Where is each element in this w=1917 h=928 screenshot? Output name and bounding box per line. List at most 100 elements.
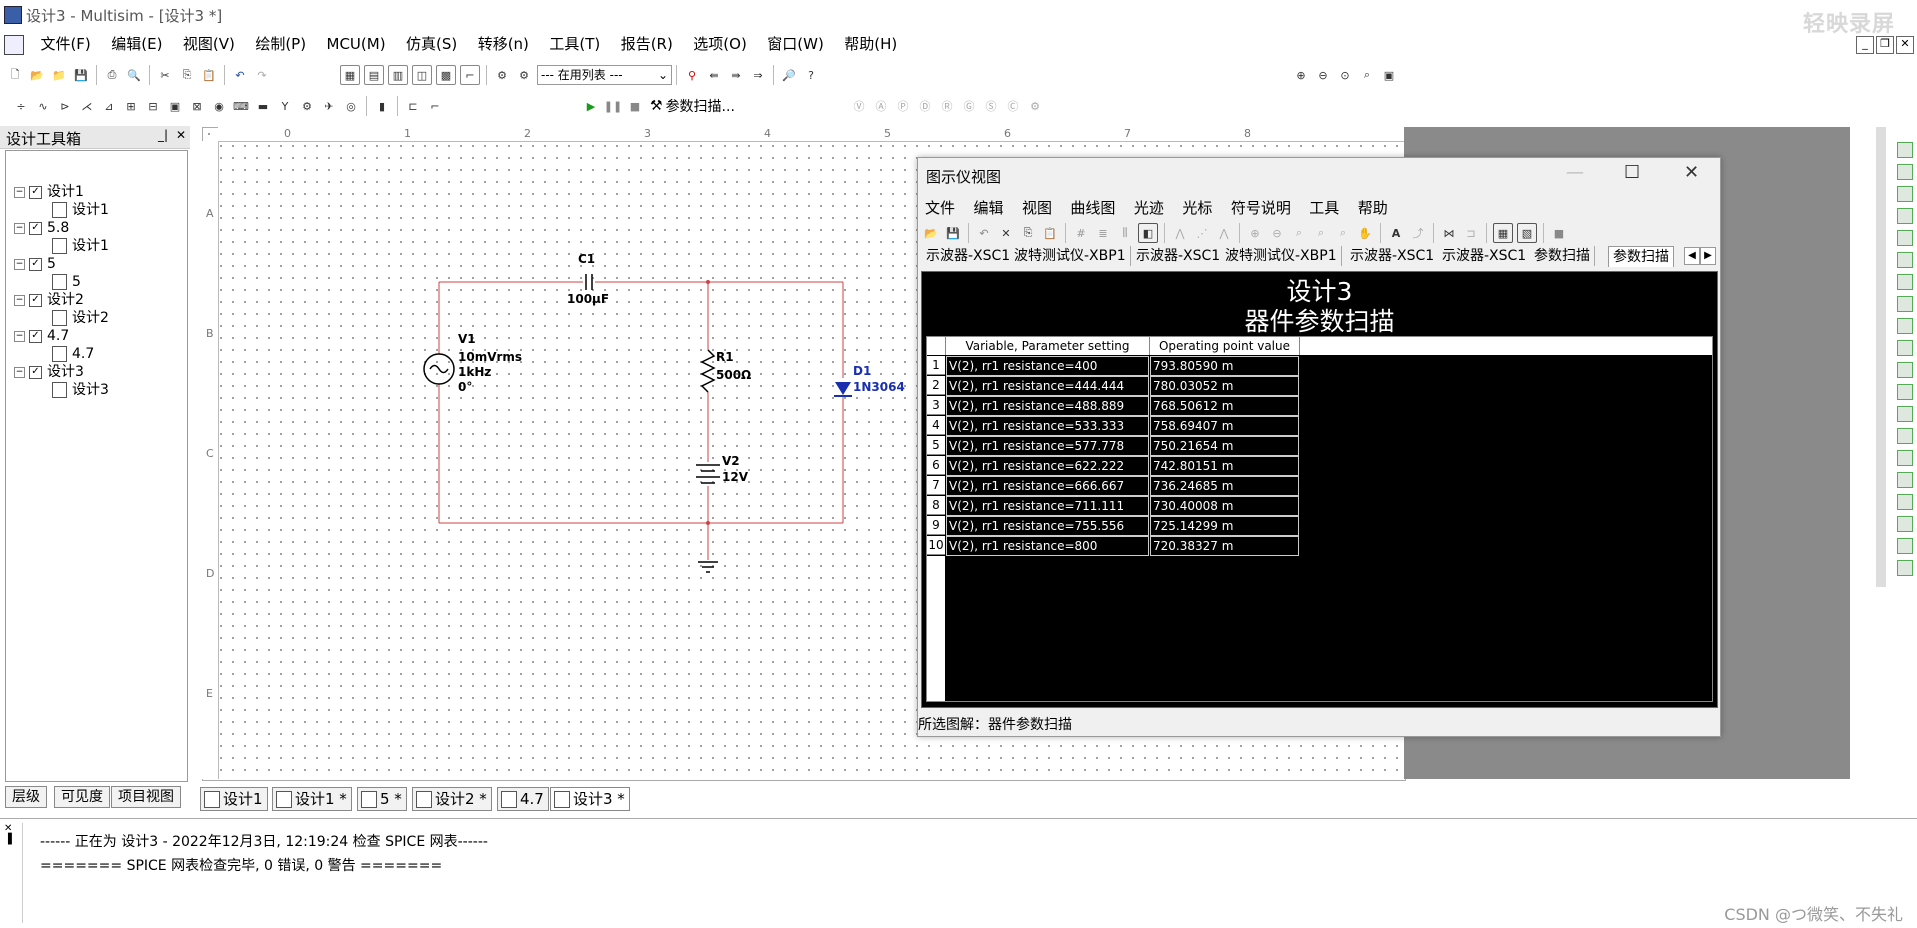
pan-icon[interactable]: ✋ xyxy=(1356,224,1374,242)
output-panel-handle[interactable]: ✕ ▐ xyxy=(4,823,23,923)
sheet-icon xyxy=(276,791,292,808)
zoom-x-icon[interactable]: ⌕ xyxy=(1312,224,1330,242)
sweep-result-table: Variable, Parameter setting Operating po… xyxy=(926,336,1713,702)
grapher-tab-oscilloscope-3[interactable]: 示波器-XSC1 xyxy=(1346,246,1440,266)
reverse-colors-icon[interactable]: ◧ xyxy=(1138,223,1158,243)
cursors-icon[interactable]: ⫼ xyxy=(1116,224,1134,242)
grapher-menu-trace[interactable]: 光迹 xyxy=(1127,197,1171,219)
logic-converter-icon[interactable] xyxy=(1897,318,1913,334)
row-variable: V(2), rr1 resistance=400 xyxy=(946,356,1149,376)
table-row[interactable]: 3 V(2), rr1 resistance=488.889 768.50612 m xyxy=(927,396,1299,416)
grapher-tab-oscilloscope-2[interactable]: 示波器-XSC1 xyxy=(1132,246,1226,266)
delete-icon[interactable]: ✕ xyxy=(997,224,1015,242)
grapher-close-icon[interactable]: ✕ xyxy=(1684,162,1699,183)
output-panel: ✕ ▐ ------ 正在为 设计3 - 2022年12月3日, 12:19:24… xyxy=(0,818,1917,928)
trace-icon[interactable]: ⋀ xyxy=(1171,224,1189,242)
legend-icon[interactable]: ≣ xyxy=(1094,224,1112,242)
grapher-tab-param-sweep-1[interactable]: 参数扫描 xyxy=(1530,246,1595,266)
copy-icon[interactable]: ⎘ xyxy=(1019,224,1037,242)
tab-design3-active[interactable]: 设计3 * xyxy=(550,787,630,811)
tab-5-modified[interactable]: 5 * xyxy=(357,787,407,811)
export-icon[interactable]: ⤴ xyxy=(1409,224,1427,242)
trace-points-icon[interactable]: ⋰ xyxy=(1193,224,1211,242)
grapher-menu-graph[interactable]: 曲线图 xyxy=(1063,197,1122,219)
tab-design1[interactable]: 设计1 xyxy=(200,787,268,811)
grapher-menu-view[interactable]: 视图 xyxy=(1015,197,1059,219)
logic-analyzer-icon[interactable] xyxy=(1897,340,1913,356)
grapher-tab-oscilloscope-1[interactable]: 示波器-XSC1 xyxy=(922,246,1016,266)
tab-4-7[interactable]: 4.7 xyxy=(497,787,549,811)
iv-analyzer-icon[interactable] xyxy=(1897,362,1913,378)
grapher-menu-cursor[interactable]: 光标 xyxy=(1175,197,1219,219)
grapher-tab-param-sweep-2[interactable]: 参数扫描 xyxy=(1608,246,1674,267)
table-row[interactable]: 10 V(2), rr1 resistance=800 720.38327 m xyxy=(927,536,1299,556)
table-row[interactable]: 4 V(2), rr1 resistance=533.333 758.69407 m xyxy=(927,416,1299,436)
save-icon[interactable]: 💾 xyxy=(944,224,962,242)
tab-design2-modified[interactable]: 设计2 * xyxy=(412,787,492,811)
grid-icon[interactable]: # xyxy=(1072,224,1090,242)
zoom-out-icon[interactable]: ⊖ xyxy=(1268,224,1286,242)
table-row[interactable]: 7 V(2), rr1 resistance=666.667 736.24685 m xyxy=(927,476,1299,496)
network-analyzer-icon[interactable] xyxy=(1897,428,1913,444)
v1-value2: 1kHz xyxy=(458,365,492,379)
table-row[interactable]: 5 V(2), rr1 resistance=577.778 750.21654 m xyxy=(927,436,1299,456)
undo-icon[interactable]: ↶ xyxy=(975,224,993,242)
table-row[interactable]: 8 V(2), rr1 resistance=711.111 730.40008 m xyxy=(927,496,1299,516)
table-row[interactable]: 9 V(2), rr1 resistance=755.556 725.14299 m xyxy=(927,516,1299,536)
multimeter-icon[interactable] xyxy=(1897,142,1913,158)
grapher-tab-bode-1[interactable]: 波特测试仪-XBP1 xyxy=(1010,246,1131,266)
zoom-y-icon[interactable]: ⌕ xyxy=(1334,224,1352,242)
column-header-value[interactable]: Operating point value xyxy=(1150,337,1300,355)
paste-icon[interactable]: 📋 xyxy=(1041,224,1059,242)
stop-icon[interactable]: ■ xyxy=(1550,224,1568,242)
word-generator-icon[interactable] xyxy=(1897,296,1913,312)
tektronix-oscilloscope-icon[interactable] xyxy=(1897,516,1913,532)
overlay-icon[interactable]: ⋈ xyxy=(1440,224,1458,242)
zoom-in-icon[interactable]: ⊕ xyxy=(1246,224,1264,242)
wattmeter-icon[interactable] xyxy=(1897,186,1913,202)
grapher-menu-tools[interactable]: 工具 xyxy=(1302,197,1346,219)
zoom-full-icon[interactable]: ⌕ xyxy=(1290,224,1308,242)
column-header-empty xyxy=(1300,337,1712,355)
grapher-menu-help[interactable]: 帮助 xyxy=(1351,197,1395,219)
grapher-menu-file[interactable]: 文件 xyxy=(918,197,962,219)
agilent-multimeter-icon[interactable] xyxy=(1897,472,1913,488)
row-variable: V(2), rr1 resistance=755.556 xyxy=(946,516,1149,536)
column-header-variable[interactable]: Variable, Parameter setting xyxy=(946,337,1150,355)
csdn-watermark: CSDN @つ微笑、不失礼 xyxy=(1724,905,1903,924)
table-row[interactable]: 6 V(2), rr1 resistance=622.222 742.80151 m xyxy=(927,456,1299,476)
distortion-analyzer-icon[interactable] xyxy=(1897,384,1913,400)
tab-scroll-right-icon[interactable]: ▶ xyxy=(1700,247,1716,265)
current-probe-icon[interactable] xyxy=(1897,560,1913,576)
function-generator-icon[interactable] xyxy=(1897,164,1913,180)
labview-icon[interactable] xyxy=(1897,538,1913,554)
vertical-scrollbar[interactable] xyxy=(1876,127,1886,587)
text-icon[interactable]: A xyxy=(1387,224,1405,242)
export-mathcad-icon[interactable]: ▧ xyxy=(1517,223,1537,243)
grapher-maximize-icon[interactable]: ☐ xyxy=(1624,162,1640,183)
grapher-menu-edit[interactable]: 编辑 xyxy=(966,197,1010,219)
agilent-generator-icon[interactable] xyxy=(1897,450,1913,466)
merge-icon[interactable]: ⊐ xyxy=(1462,224,1480,242)
row-value: 720.38327 m xyxy=(1150,536,1299,556)
spectrum-analyzer-icon[interactable] xyxy=(1897,406,1913,422)
oscilloscope-icon[interactable] xyxy=(1897,208,1913,224)
row-index: 6 xyxy=(927,456,945,475)
agilent-oscilloscope-icon[interactable] xyxy=(1897,494,1913,510)
tab-scroll-left-icon[interactable]: ◀ xyxy=(1684,247,1700,265)
grapher-tab-bode-2[interactable]: 波特测试仪-XBP1 xyxy=(1221,246,1342,266)
grapher-menu-legend[interactable]: 符号说明 xyxy=(1224,197,1298,219)
four-channel-oscilloscope-icon[interactable] xyxy=(1897,230,1913,246)
grapher-tab-oscilloscope-4[interactable]: 示波器-XSC1 xyxy=(1438,246,1532,266)
bode-plotter-icon[interactable] xyxy=(1897,252,1913,268)
table-row[interactable]: 1 V(2), rr1 resistance=400 793.80590 m xyxy=(927,356,1299,376)
grapher-minimize-icon[interactable]: — xyxy=(1566,162,1584,183)
open-folder-icon[interactable]: 📂 xyxy=(922,224,940,242)
trace-lines-icon[interactable]: ⋀ xyxy=(1215,224,1233,242)
frequency-counter-icon[interactable] xyxy=(1897,274,1913,290)
row-value: 725.14299 m xyxy=(1150,516,1299,536)
row-value: 742.80151 m xyxy=(1150,456,1299,476)
table-row[interactable]: 2 V(2), rr1 resistance=444.444 780.03052 m xyxy=(927,376,1299,396)
tab-design1-modified[interactable]: 设计1 * xyxy=(272,787,352,811)
export-excel-icon[interactable]: ▦ xyxy=(1493,223,1513,243)
